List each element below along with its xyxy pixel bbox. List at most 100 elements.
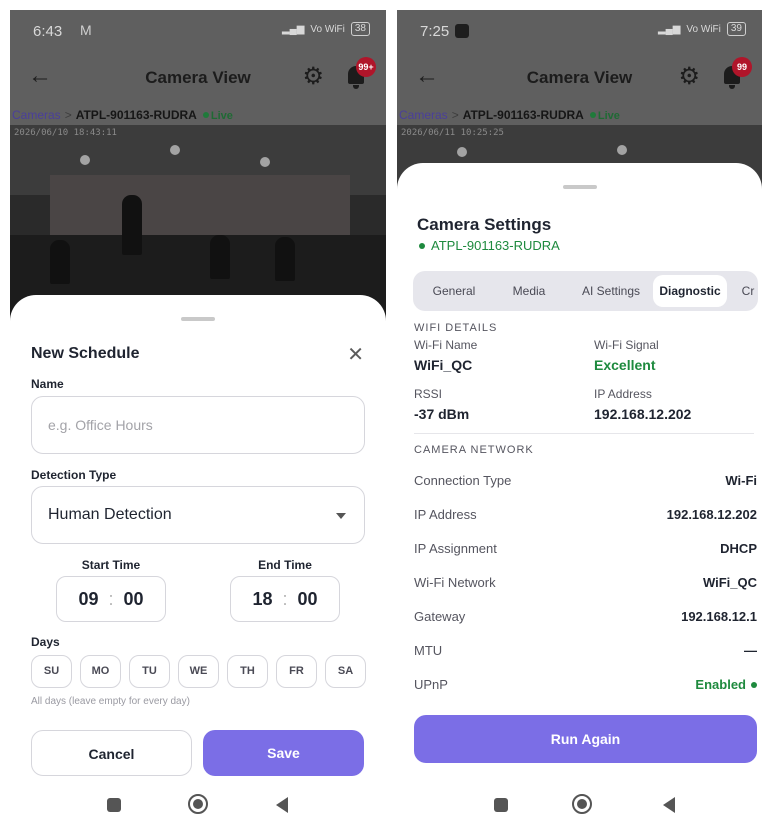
network-row-upnp: UPnP Enabled <box>414 677 757 697</box>
end-time-picker[interactable]: 18 : 00 <box>230 576 340 622</box>
gear-icon[interactable]: ⚙ <box>302 65 324 89</box>
bell-icon[interactable]: 99 <box>724 57 752 89</box>
breadcrumb: Cameras > ATPL-901163-RUDRA Live <box>10 105 386 125</box>
network-row-connection-type: Connection Type Wi-Fi <box>414 473 757 493</box>
notification-badge: 99 <box>732 57 752 77</box>
status-bar: 6:43 M ▂▄▆ Vo WiFi 38 <box>10 10 386 50</box>
home-icon[interactable] <box>572 794 592 814</box>
breadcrumb: Cameras > ATPL-901163-RUDRA Live <box>397 105 762 125</box>
rssi-value: -37 dBm <box>414 406 470 422</box>
camera-name: ATPL-901163-RUDRA <box>431 238 560 253</box>
wifi-name-label: Wi-Fi Name <box>414 338 478 352</box>
day-chip-thursday[interactable]: TH <box>227 655 268 688</box>
breadcrumb-cameras-link[interactable]: Cameras <box>399 108 448 122</box>
camera-network-heading: CAMERA NETWORK <box>414 444 534 456</box>
tab-ai-settings[interactable]: AI Settings <box>573 275 649 307</box>
day-chip-tuesday[interactable]: TU <box>129 655 170 688</box>
day-chip-wednesday[interactable]: WE <box>178 655 219 688</box>
status-time: 7:25 <box>420 23 450 40</box>
day-chip-saturday[interactable]: SA <box>325 655 366 688</box>
start-time-picker[interactable]: 09 : 00 <box>56 576 166 622</box>
start-hour[interactable]: 09 <box>78 589 98 610</box>
day-chip-friday[interactable]: FR <box>276 655 317 688</box>
sheet-drag-handle[interactable] <box>181 317 215 321</box>
feed-lamp <box>170 145 180 155</box>
new-schedule-sheet: New Schedule ✕ Name Detection Type Human… <box>10 295 386 838</box>
start-minute[interactable]: 00 <box>124 589 144 610</box>
day-chip-sunday[interactable]: SU <box>31 655 72 688</box>
network-row-value: Wi-Fi <box>725 473 757 488</box>
wifi-label: Vo WiFi <box>686 23 721 35</box>
bell-icon[interactable]: 99+ <box>348 57 376 89</box>
signal-icon: ▂▄▆ <box>657 23 681 35</box>
tab-general[interactable]: General <box>423 275 485 307</box>
battery-icon: 39 <box>726 22 746 36</box>
breadcrumb-separator: > <box>64 108 72 122</box>
system-nav-bar <box>397 786 762 838</box>
network-row-label: MTU <box>414 643 443 658</box>
end-time-label: End Time <box>258 558 312 572</box>
network-row-value: 192.168.12.202 <box>666 507 757 522</box>
wifi-label: Vo WiFi <box>310 23 345 35</box>
days-hint: All days (leave empty for every day) <box>31 696 190 707</box>
end-minute[interactable]: 00 <box>298 589 318 610</box>
wifi-name-value: WiFi_QC <box>414 357 473 373</box>
back-triangle-icon[interactable] <box>663 797 675 813</box>
section-divider <box>414 433 754 434</box>
back-triangle-icon[interactable] <box>276 797 288 813</box>
wifi-signal-label: Wi-Fi Signal <box>594 338 659 352</box>
notification-icon <box>455 24 469 38</box>
chevron-down-icon <box>336 513 346 519</box>
network-row-label: IP Address <box>414 507 477 522</box>
recents-icon[interactable] <box>494 798 508 812</box>
camera-settings-sheet: Camera Settings ATPL-901163-RUDRA Genera… <box>397 163 762 838</box>
app-header: ← Camera View ⚙ 99 <box>397 50 762 105</box>
time-colon: : <box>282 588 288 609</box>
enabled-dot-icon <box>751 682 757 688</box>
notification-badge: 99+ <box>356 57 376 77</box>
schedule-name-input[interactable] <box>31 396 365 454</box>
network-row-ip-address: IP Address 192.168.12.202 <box>414 507 757 527</box>
end-hour[interactable]: 18 <box>252 589 272 610</box>
feed-person <box>50 240 70 284</box>
rssi-label: RSSI <box>414 387 443 401</box>
days-label: Days <box>31 635 60 649</box>
tab-cr[interactable]: Cr <box>733 275 758 307</box>
gear-icon[interactable]: ⚙ <box>678 65 700 89</box>
ip-address-label: IP Address <box>594 387 652 401</box>
mail-icon: M <box>80 22 92 38</box>
tab-media[interactable]: Media <box>501 275 557 307</box>
network-row-value: 192.168.12.1 <box>681 609 757 624</box>
network-row-ip-assignment: IP Assignment DHCP <box>414 541 757 561</box>
page-title: Camera View <box>145 68 251 87</box>
feed-lamp <box>260 157 270 167</box>
settings-tabs: General Media AI Settings Diagnostic Cr <box>413 271 758 311</box>
run-again-button[interactable]: Run Again <box>414 715 757 763</box>
phone-screen-camera-settings: 7:25 ▂▄▆ Vo WiFi 39 ← Camera View ⚙ 99 C… <box>397 10 762 838</box>
home-icon[interactable] <box>188 794 208 814</box>
start-time-label: Start Time <box>81 558 141 572</box>
save-button[interactable]: Save <box>203 730 364 776</box>
network-row-gateway: Gateway 192.168.12.1 <box>414 609 757 629</box>
recents-icon[interactable] <box>107 798 121 812</box>
sheet-drag-handle[interactable] <box>562 185 597 189</box>
live-dot-icon <box>589 112 596 118</box>
feed-person <box>122 195 142 255</box>
breadcrumb-cameras-link[interactable]: Cameras <box>12 108 61 122</box>
ip-address-value: 192.168.12.202 <box>594 406 692 422</box>
modal-title: New Schedule <box>31 345 140 362</box>
close-icon[interactable]: ✕ <box>347 342 364 367</box>
detection-type-select[interactable]: Human Detection <box>31 486 365 544</box>
cancel-button[interactable]: Cancel <box>31 730 192 776</box>
network-row-mtu: MTU — <box>414 643 757 663</box>
live-dot-icon <box>202 112 209 118</box>
tab-diagnostic[interactable]: Diagnostic <box>653 275 727 307</box>
feed-person <box>275 237 295 281</box>
page-title: Camera View <box>526 68 633 87</box>
days-selector: SU MO TU WE TH FR SA <box>31 655 366 688</box>
day-chip-monday[interactable]: MO <box>80 655 121 688</box>
status-time: 6:43 <box>33 23 63 40</box>
wifi-details-heading: WIFI DETAILS <box>414 322 498 334</box>
network-row-label: Gateway <box>414 609 466 624</box>
phone-screen-new-schedule: 6:43 M ▂▄▆ Vo WiFi 38 ← Camera View ⚙ 99… <box>10 10 386 838</box>
